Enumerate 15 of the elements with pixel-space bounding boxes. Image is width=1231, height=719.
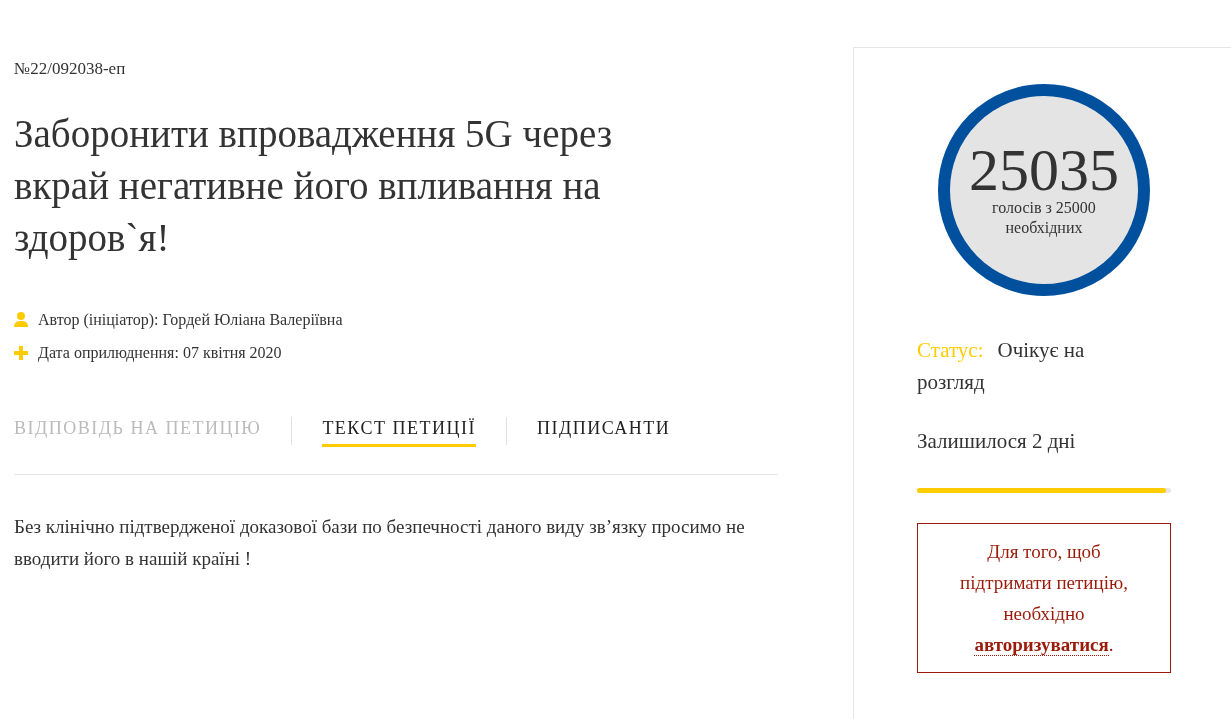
publication-date: Дата оприлюднення: 07 квітня 2020 xyxy=(38,342,282,364)
person-icon xyxy=(14,312,28,327)
petition-text: Без клінічно підтвердженої доказової бази по безпечності даного виду зв’язку просимо не вводити його в нашій країні ! xyxy=(14,514,746,571)
vote-caption: голосів з 25000 необхідних xyxy=(991,198,1097,238)
remaining-time: Залишилося 2 дні xyxy=(917,428,1077,455)
petition-title: Заборонити впровадження 5G через вкрай негативне його впливання на здоров`я! xyxy=(14,110,614,262)
vote-count: 25035 xyxy=(969,142,1119,198)
login-link[interactable]: авторизуватися xyxy=(974,633,1109,656)
petition-number: №22/092038-еп xyxy=(14,58,127,80)
petition-status: Статус: Очікує на розгляд xyxy=(917,337,1086,396)
plus-icon xyxy=(14,345,28,360)
login-notice: Для того, щоб підтримати петицію, необхідно авторизуватися. xyxy=(917,522,1171,673)
tab[interactable]: ТЕКСТ ПЕТИЦІЇ xyxy=(322,414,476,447)
tab[interactable]: ПІДПИСАНТИ xyxy=(536,414,671,447)
author-name: Автор (ініціатор): Гордей Юліана Валеріївна xyxy=(38,309,343,331)
